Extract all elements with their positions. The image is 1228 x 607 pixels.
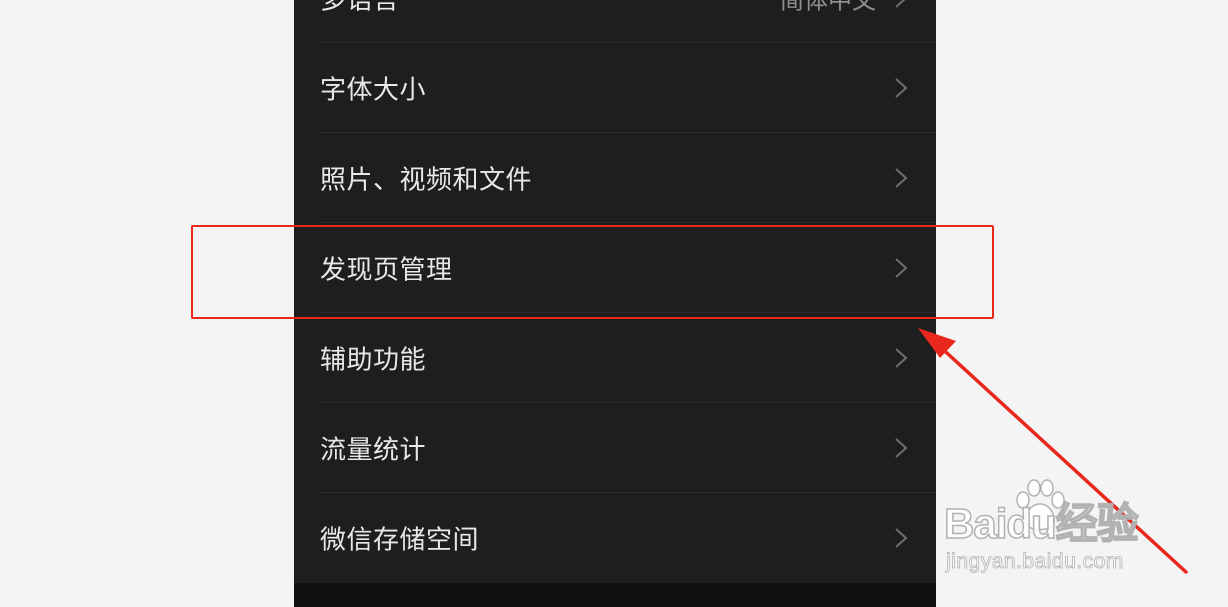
- paw-logo-icon: [1016, 479, 1065, 531]
- chevron-right-icon: [894, 0, 908, 9]
- settings-item-wechat-storage[interactable]: 微信存储空间: [294, 493, 936, 583]
- settings-item-label: 发现页管理: [320, 255, 453, 286]
- settings-item-label: 字体大小: [320, 75, 427, 106]
- settings-item-photos-videos-files[interactable]: 照片、视频和文件: [294, 133, 936, 223]
- chevron-right-icon: [894, 77, 908, 99]
- settings-item-label: 照片、视频和文件: [320, 165, 533, 196]
- phone-screen: 多语言 简体中文 字体大小 照片、视频和文件 发现页管理 辅助功能 流量统计 微…: [294, 0, 936, 607]
- watermark: Baidu经验 jingyan.baidu.com: [943, 478, 1174, 578]
- chevron-right-icon: [894, 437, 908, 459]
- settings-item-discover-management[interactable]: 发现页管理: [294, 223, 936, 313]
- settings-item-language[interactable]: 多语言 简体中文: [294, 0, 936, 43]
- settings-item-label: 微信存储空间: [320, 525, 480, 556]
- settings-item-label: 辅助功能: [320, 345, 427, 376]
- settings-list: 多语言 简体中文 字体大小 照片、视频和文件 发现页管理 辅助功能 流量统计 微…: [294, 0, 936, 583]
- chevron-right-icon: [894, 347, 908, 369]
- settings-item-label: 多语言: [320, 0, 400, 16]
- settings-item-data-usage[interactable]: 流量统计: [294, 403, 936, 493]
- watermark-brand: Baidu经验: [943, 499, 1139, 548]
- watermark-url: jingyan.baidu.com: [946, 550, 1124, 574]
- settings-item-value: 简体中文: [780, 0, 876, 15]
- settings-item-font-size[interactable]: 字体大小: [294, 43, 936, 133]
- settings-item-label: 流量统计: [320, 435, 427, 466]
- chevron-right-icon: [894, 257, 908, 279]
- chevron-right-icon: [894, 167, 908, 189]
- chevron-right-icon: [894, 527, 908, 549]
- settings-item-accessibility[interactable]: 辅助功能: [294, 313, 936, 403]
